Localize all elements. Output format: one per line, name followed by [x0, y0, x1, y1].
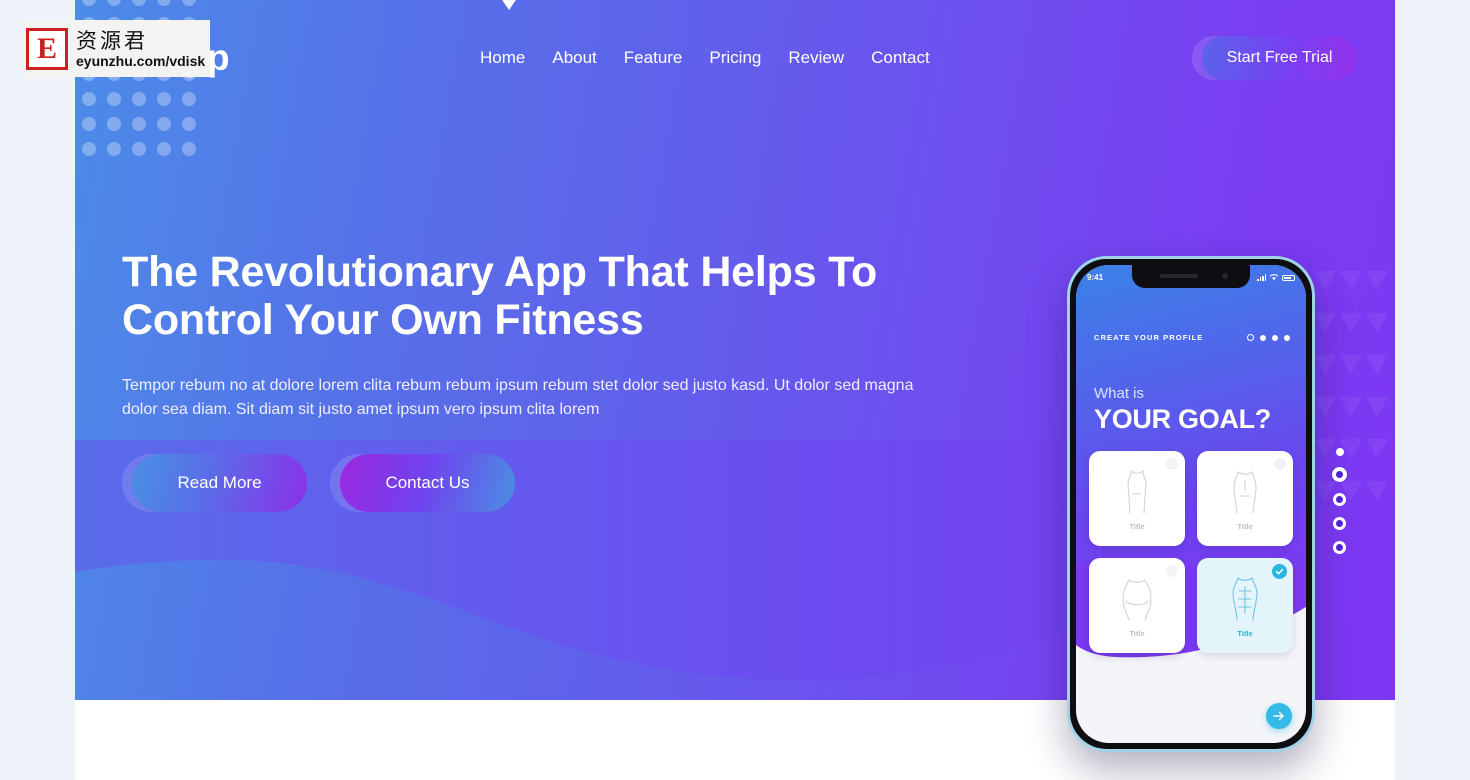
goal-card-4-title: Title — [1237, 629, 1253, 638]
body-average-icon — [1233, 471, 1257, 514]
goal-card-3[interactable]: Title — [1089, 558, 1185, 653]
create-profile-label: CREATE YOUR PROFILE — [1094, 333, 1204, 342]
hero-buttons: Read More Contact Us — [122, 454, 952, 512]
nav-link-pricing[interactable]: Pricing — [709, 45, 761, 71]
read-more-button[interactable]: Read More — [132, 454, 307, 512]
pagination-dot-4[interactable] — [1333, 517, 1346, 530]
nav-links: Home About Feature Pricing Review Contac… — [480, 45, 930, 71]
hero-copy: The Revolutionary App That Helps To Cont… — [122, 248, 952, 512]
page-root: FitApp Home About Feature Pricing Review… — [0, 0, 1470, 780]
goal-question: What is YOUR GOAL? — [1094, 385, 1271, 435]
watermark-chinese: 资源君 — [76, 28, 148, 53]
arrow-right-icon — [1273, 711, 1284, 721]
step-dots — [1247, 334, 1290, 341]
pagination-dot-1[interactable] — [1335, 448, 1344, 456]
start-free-trial-wrapper: Start Free Trial — [1192, 36, 1357, 80]
goal-card-3-title: Title — [1129, 629, 1145, 638]
status-time: 9:41 — [1087, 272, 1104, 282]
step-dot-4[interactable] — [1284, 334, 1290, 341]
phone-header-row: CREATE YOUR PROFILE — [1094, 333, 1290, 342]
signal-icon — [1257, 274, 1266, 281]
goal-card-2[interactable]: Title — [1197, 451, 1293, 546]
phone-mockup: 9:41 CREATE YOUR PROFILE What is YOUR GO… — [1067, 256, 1315, 752]
nav-link-review[interactable]: Review — [788, 45, 844, 71]
goal-question-small: What is — [1094, 385, 1145, 402]
watermark-text: 资源君 eyunzhu.com/vdisk — [76, 29, 205, 69]
check-badge-icon — [1272, 564, 1287, 579]
body-muscular-icon — [1232, 577, 1258, 621]
read-more-wrapper: Read More — [122, 454, 307, 512]
contact-us-wrapper: Contact Us — [330, 454, 515, 512]
battery-icon — [1282, 274, 1295, 281]
goal-cards: Title Title Title Title — [1089, 451, 1293, 653]
phone-next-button[interactable] — [1266, 703, 1292, 729]
pagination-dot-5[interactable] — [1333, 541, 1346, 554]
hero-section: FitApp Home About Feature Pricing Review… — [75, 0, 1395, 780]
goal-card-1[interactable]: Title — [1089, 451, 1185, 546]
wifi-icon — [1269, 274, 1279, 281]
triangle-pattern-decoration — [1314, 271, 1388, 501]
nav-link-home[interactable]: Home — [480, 45, 525, 71]
nav-link-contact[interactable]: Contact — [871, 45, 930, 71]
goal-question-large: YOUR GOAL? — [1094, 404, 1271, 434]
goal-card-2-title: Title — [1237, 522, 1253, 531]
step-dot-1[interactable] — [1247, 334, 1254, 341]
watermark-url: eyunzhu.com/vdisk — [76, 52, 206, 69]
pagination-dot-3[interactable] — [1333, 493, 1346, 506]
start-free-trial-button[interactable]: Start Free Trial — [1202, 36, 1357, 80]
contact-us-button[interactable]: Contact Us — [340, 454, 515, 512]
step-dot-2[interactable] — [1260, 334, 1266, 341]
phone-screen: 9:41 CREATE YOUR PROFILE What is YOUR GO… — [1076, 265, 1306, 743]
watermark-overlay: E 资源君 eyunzhu.com/vdisk — [22, 20, 210, 77]
radio-icon[interactable] — [1274, 458, 1286, 470]
navbar: FitApp Home About Feature Pricing Review… — [75, 0, 1395, 116]
body-slim-icon — [1127, 470, 1147, 514]
radio-icon[interactable] — [1166, 458, 1178, 470]
nav-link-about[interactable]: About — [552, 45, 596, 71]
pagination-dots — [1332, 448, 1347, 554]
radio-icon[interactable] — [1166, 565, 1178, 577]
hero-title: The Revolutionary App That Helps To Cont… — [122, 248, 878, 344]
watermark-logo: E — [26, 27, 68, 70]
nav-link-feature[interactable]: Feature — [624, 45, 683, 71]
step-dot-3[interactable] — [1272, 334, 1278, 341]
pagination-dot-2[interactable] — [1332, 467, 1347, 482]
body-heavy-icon — [1122, 579, 1152, 621]
goal-card-4[interactable]: Title — [1197, 558, 1293, 653]
goal-card-1-title: Title — [1129, 522, 1145, 531]
hero-paragraph: Tempor rebum no at dolore lorem clita re… — [122, 377, 914, 418]
phone-status-bar: 9:41 — [1076, 269, 1306, 285]
status-icons — [1257, 273, 1295, 281]
